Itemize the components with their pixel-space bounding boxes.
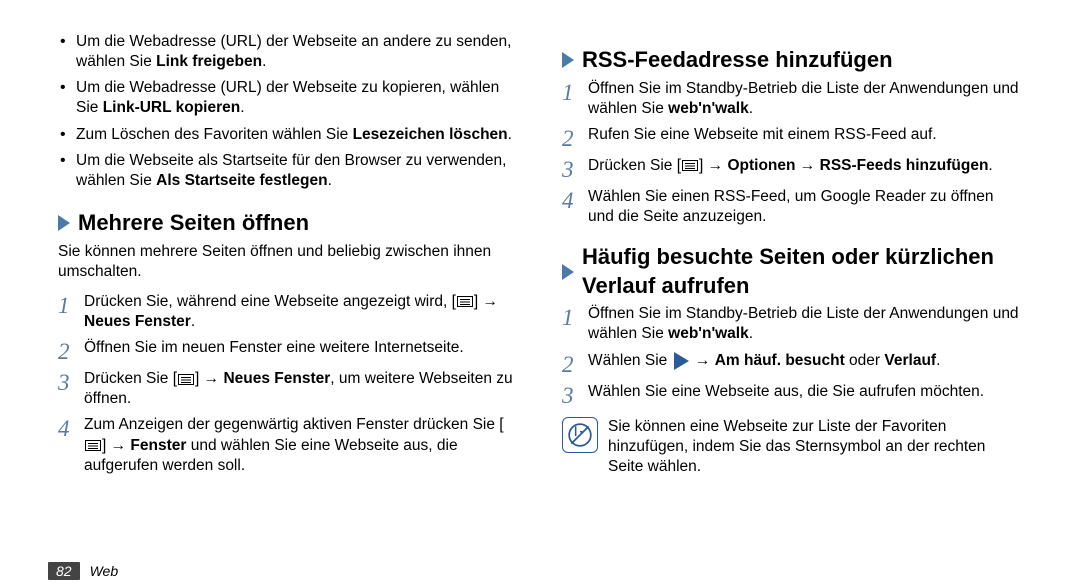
menu-icon <box>85 440 101 451</box>
step-number: 3 <box>58 369 84 409</box>
step-text: Wählen Sie einen RSS-Feed, um Google Rea… <box>588 187 1022 227</box>
step-row: 1 Öffnen Sie im Standby-Betrieb die List… <box>562 304 1022 344</box>
page-footer: 82 Web <box>48 562 118 580</box>
note-icon <box>562 417 598 453</box>
footer-section-name: Web <box>90 563 119 579</box>
page-number: 82 <box>48 562 80 580</box>
step-row: 4 Wählen Sie einen RSS-Feed, um Google R… <box>562 187 1022 227</box>
manual-page: Um die Webadresse (URL) der Webseite an … <box>0 0 1080 586</box>
step-row: 1 Öffnen Sie im Standby-Betrieb die List… <box>562 79 1022 119</box>
step-row: 3 Wählen Sie eine Webseite aus, die Sie … <box>562 382 1022 407</box>
step-text: Wählen Sie → Am häuf. besucht oder Verla… <box>588 351 1022 376</box>
step-text: Rufen Sie eine Webseite mit einem RSS-Fe… <box>588 125 1022 150</box>
step-row: 4 Zum Anzeigen der gegenwärtig aktiven F… <box>58 415 518 475</box>
step-number: 4 <box>562 187 588 227</box>
step-number: 4 <box>58 415 84 475</box>
step-number: 3 <box>562 156 588 181</box>
section-heading: Häufig besuchte Seiten oder kürzlichen V… <box>562 243 1022 300</box>
step-text: Drücken Sie [] → Optionen → RSS-Feeds hi… <box>588 156 1022 181</box>
bullet-item: Zum Löschen des Favoriten wählen Sie Les… <box>58 125 518 145</box>
bullet-item: Um die Webadresse (URL) der Webseite an … <box>58 32 518 72</box>
step-row: 1 Drücken Sie, während eine Webseite ang… <box>58 292 518 332</box>
chevron-right-icon <box>58 215 70 231</box>
step-text: Öffnen Sie im neuen Fenster eine weitere… <box>84 338 518 363</box>
step-number: 1 <box>562 79 588 119</box>
left-column: Um die Webadresse (URL) der Webseite an … <box>48 32 540 580</box>
step-row: 2 Öffnen Sie im neuen Fenster eine weite… <box>58 338 518 363</box>
bullet-item: Um die Webseite als Startseite für den B… <box>58 151 518 191</box>
step-row: 2 Wählen Sie → Am häuf. besucht oder Ver… <box>562 351 1022 376</box>
chevron-right-icon <box>562 264 574 280</box>
step-number: 2 <box>58 338 84 363</box>
bullet-item: Um die Webadresse (URL) der Webseite zu … <box>58 78 518 118</box>
menu-icon <box>178 374 194 385</box>
menu-icon <box>457 296 473 307</box>
section-intro: Sie können mehrere Seiten öffnen und bel… <box>58 242 518 282</box>
step-text: Wählen Sie eine Webseite aus, die Sie au… <box>588 382 1022 407</box>
chevron-right-icon <box>562 52 574 68</box>
step-number: 3 <box>562 382 588 407</box>
menu-icon <box>682 160 698 171</box>
step-text: Drücken Sie, während eine Webseite angez… <box>84 292 518 332</box>
step-number: 1 <box>562 304 588 344</box>
step-row: 3 Drücken Sie [] → Optionen → RSS-Feeds … <box>562 156 1022 181</box>
step-text: Öffnen Sie im Standby-Betrieb die Liste … <box>588 79 1022 119</box>
step-number: 2 <box>562 125 588 150</box>
note-box: Sie können eine Webseite zur Liste der F… <box>562 417 1022 477</box>
step-text: Zum Anzeigen der gegenwärtig aktiven Fen… <box>84 415 518 475</box>
step-number: 1 <box>58 292 84 332</box>
step-row: 2 Rufen Sie eine Webseite mit einem RSS-… <box>562 125 1022 150</box>
step-text: Öffnen Sie im Standby-Betrieb die Liste … <box>588 304 1022 344</box>
section-heading: RSS-Feedadresse hinzufügen <box>562 46 1022 75</box>
right-column: RSS-Feedadresse hinzufügen 1 Öffnen Sie … <box>540 32 1032 580</box>
step-text: Drücken Sie [] → Neues Fenster, um weite… <box>84 369 518 409</box>
step-row: 3 Drücken Sie [] → Neues Fenster, um wei… <box>58 369 518 409</box>
step-number: 2 <box>562 351 588 376</box>
note-text: Sie können eine Webseite zur Liste der F… <box>608 417 1022 477</box>
bullet-list: Um die Webadresse (URL) der Webseite an … <box>58 32 518 191</box>
play-right-icon <box>674 352 689 370</box>
section-heading: Mehrere Seiten öffnen <box>58 209 518 238</box>
